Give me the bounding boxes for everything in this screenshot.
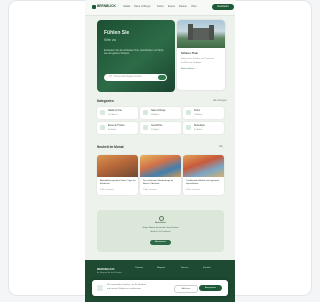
search-button[interactable] <box>158 75 166 80</box>
category-card[interactable]: Städte & Orte 124 Artikel <box>97 107 138 119</box>
category-count: 76 Artikel <box>194 113 203 116</box>
article-card[interactable]: Altstadtführung durch Bern: Tipps für En… <box>97 155 138 195</box>
category-count: 41 Artikel <box>194 128 203 131</box>
article-image <box>140 155 181 177</box>
cookie-text: auf unserer Website zu verbessern. <box>107 288 142 290</box>
categories-title: Kategorien <box>97 99 114 103</box>
article-image <box>97 155 138 177</box>
search-placeholder: Ort, Thema oder Region suchen <box>109 76 142 78</box>
nav-item-food[interactable]: Essen <box>168 5 175 8</box>
logo-icon[interactable] <box>92 5 96 9</box>
nav-item-cities[interactable]: Städte <box>123 5 131 8</box>
cookie-icon <box>97 285 103 291</box>
featured-card-line: mit Blick auf die Alpen. <box>181 62 202 64</box>
city-icon <box>100 110 105 115</box>
web-page: BERNBLICK Städte Natur & Berge Kultur Es… <box>85 0 235 302</box>
featured-card-title: Schloss Thun <box>181 52 199 55</box>
footer-column-title[interactable]: Kontakt <box>203 267 210 269</box>
featured-card-link[interactable]: Mehr erfahren → <box>181 68 197 70</box>
hero-banner: Fühlen Sie Wie zu Entdecken Sie die schö… <box>97 20 175 92</box>
cookie-banner: Wir verwenden Cookies, um Ihr Erlebnis a… <box>92 280 228 296</box>
culture-icon <box>186 110 191 115</box>
footer-column-title[interactable]: Magazin <box>157 267 165 269</box>
subscribe-button[interactable]: Abonnieren <box>150 240 171 245</box>
category-card[interactable]: Natur & Berge 98 Artikel <box>140 107 181 119</box>
cookie-text: Wir verwenden Cookies, um Ihr Erlebnis <box>107 284 147 286</box>
categories-link[interactable]: Alle anzeigen <box>213 100 227 102</box>
newsletter-title: Newsletter <box>154 222 167 224</box>
article-meta: 5 Min. Lesezeit <box>100 189 114 191</box>
search-input[interactable]: Ort, Thema oder Region suchen <box>104 74 167 81</box>
category-card[interactable]: Kultur 76 Artikel <box>183 107 224 119</box>
article-image <box>183 155 224 177</box>
hero-description: Entdecken Sie die schönsten Orte, Geschi… <box>104 50 164 56</box>
category-count: 124 Artikel <box>108 113 118 116</box>
castle-image <box>177 20 225 48</box>
featured-card[interactable]: Schloss Thun Historisches Schloss am Thu… <box>177 20 225 90</box>
article-title: Altstadtführung durch Bern: Tipps für En… <box>100 180 136 185</box>
footer-column-title[interactable]: Service <box>181 267 188 269</box>
category-name: Reisetipps <box>194 125 205 127</box>
category-name: Geschichte <box>151 125 163 127</box>
mail-icon <box>159 216 164 221</box>
category-name: Natur & Berge <box>151 110 166 112</box>
category-card[interactable]: Essen & Trinken 64 Artikel <box>97 122 138 134</box>
history-icon <box>143 125 148 130</box>
article-meta: 4 Min. Lesezeit <box>186 189 200 191</box>
article-title: Traditionelle Märkte und regionale Spezi… <box>186 180 219 185</box>
featured-card-line: Historisches Schloss am Thunersee <box>181 58 215 60</box>
newsletter-text: Jeden Monat die besten Geschichten <box>142 227 179 229</box>
accept-cookies-button[interactable]: Akzeptieren <box>199 285 222 291</box>
nav-item-about[interactable]: Über <box>191 5 197 8</box>
category-name: Kultur <box>194 110 201 112</box>
newsletter-section: Newsletter Jeden Monat die besten Geschi… <box>97 210 224 252</box>
article-card[interactable]: Traditionelle Märkte und regionale Spezi… <box>183 155 224 195</box>
hero-subtitle: Wie zu <box>104 37 117 42</box>
category-name: Städte & Orte <box>108 110 122 112</box>
mountain-icon <box>143 110 148 115</box>
brand-name[interactable]: BERNBLICK <box>97 4 116 8</box>
category-card[interactable]: Geschichte 52 Artikel <box>140 122 181 134</box>
newsletter-text: direkt in Ihr Postfach. <box>150 231 171 233</box>
castle-illustration <box>188 24 214 40</box>
category-count: 52 Artikel <box>151 128 160 131</box>
nav-item-culture[interactable]: Kultur <box>157 5 164 8</box>
category-count: 98 Artikel <box>151 113 160 116</box>
footer-brand[interactable]: BERNBLICK <box>97 267 115 271</box>
food-icon <box>100 125 105 130</box>
footer-tagline: Ihr Magazin für die Schweiz <box>97 272 122 274</box>
decline-cookies-button[interactable]: Ablehnen <box>174 285 198 293</box>
category-card[interactable]: Reisetipps 41 Artikel <box>183 122 224 134</box>
articles-link[interactable]: Alle <box>219 146 223 148</box>
article-meta: 7 Min. Lesezeit <box>143 189 157 191</box>
category-name: Essen & Trinken <box>108 125 125 127</box>
category-count: 64 Artikel <box>108 128 117 131</box>
articles-title: Neuheit im Monat <box>97 145 124 149</box>
footer-column-title[interactable]: Themen <box>135 267 143 269</box>
hero-title: Fühlen Sie <box>104 30 130 36</box>
site-header: BERNBLICK Städte Natur & Berge Kultur Es… <box>85 0 235 16</box>
nav-item-nature[interactable]: Natur & Berge <box>134 5 150 8</box>
article-title: Die schönsten Wanderwege im Berner Oberl… <box>143 180 174 185</box>
newsletter-button[interactable]: Newsletter <box>212 3 234 10</box>
travel-icon <box>186 125 191 130</box>
nav-item-travel[interactable]: Reisen <box>179 5 187 8</box>
article-card[interactable]: Die schönsten Wanderwege im Berner Oberl… <box>140 155 181 195</box>
